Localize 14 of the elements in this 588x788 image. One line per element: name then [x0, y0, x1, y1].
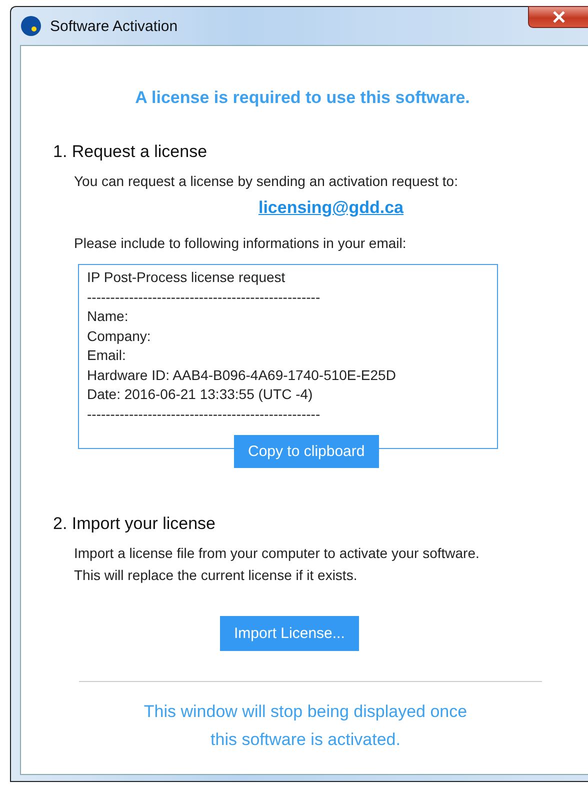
- section-heading: 1. Request a license: [53, 142, 208, 162]
- window-title: Software Activation: [50, 18, 178, 34]
- close-icon: [552, 11, 566, 23]
- app-icon: [20, 15, 42, 37]
- license-required-message: A license is required to use this software.: [134, 88, 471, 108]
- email-link[interactable]: licensing@gdd.ca: [258, 198, 404, 218]
- instruction-text: Please include to following informations in your email:: [74, 234, 408, 253]
- instruction-text: Import a license file from your computer to activate your software. This will replace the current license if it exists.: [74, 544, 480, 585]
- close-button[interactable]: [528, 6, 588, 28]
- import-button[interactable]: Import License...: [220, 616, 359, 651]
- footer-note: This window will stop being displayed once this software is activated.: [142, 701, 468, 751]
- section-heading: 2. Import your license: [53, 514, 217, 534]
- instruction-text: You can request a license by sending an activation request to:: [74, 172, 459, 191]
- copy-button[interactable]: Copy to clipboard: [234, 435, 379, 468]
